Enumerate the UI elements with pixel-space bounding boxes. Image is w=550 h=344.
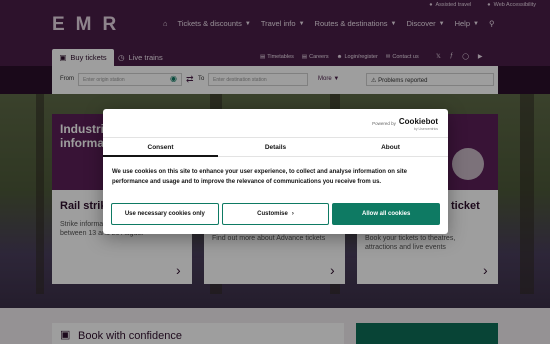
button-label: Allow all cookies: [362, 211, 411, 217]
tab-details[interactable]: Details: [218, 138, 333, 156]
cookiebot-logo[interactable]: Powered by Cookiebot by Usercentrics: [372, 117, 438, 132]
customise-button[interactable]: Customise ›: [221, 203, 330, 225]
powered-by-label: Powered by: [372, 121, 396, 126]
cookie-consent-dialog: Powered by Cookiebot by Usercentrics Con…: [103, 109, 448, 234]
cookiebot-sub: by Usercentrics: [413, 127, 438, 131]
consent-buttons: Use necessary cookies only Customise › A…: [111, 203, 441, 225]
chevron-right-icon: ›: [291, 211, 294, 217]
button-label: Use necessary cookies only: [124, 211, 205, 217]
allow-all-cookies-button[interactable]: Allow all cookies: [332, 203, 441, 225]
tab-consent[interactable]: Consent: [103, 138, 218, 157]
necessary-cookies-button[interactable]: Use necessary cookies only: [111, 203, 219, 225]
tab-about[interactable]: About: [333, 138, 448, 156]
cookiebot-brand: Cookiebot: [398, 117, 438, 126]
button-label: Customise: [257, 211, 288, 217]
consent-text: We use cookies on this site to enhance y…: [112, 169, 407, 185]
consent-tabs: Consent Details About: [103, 137, 448, 157]
